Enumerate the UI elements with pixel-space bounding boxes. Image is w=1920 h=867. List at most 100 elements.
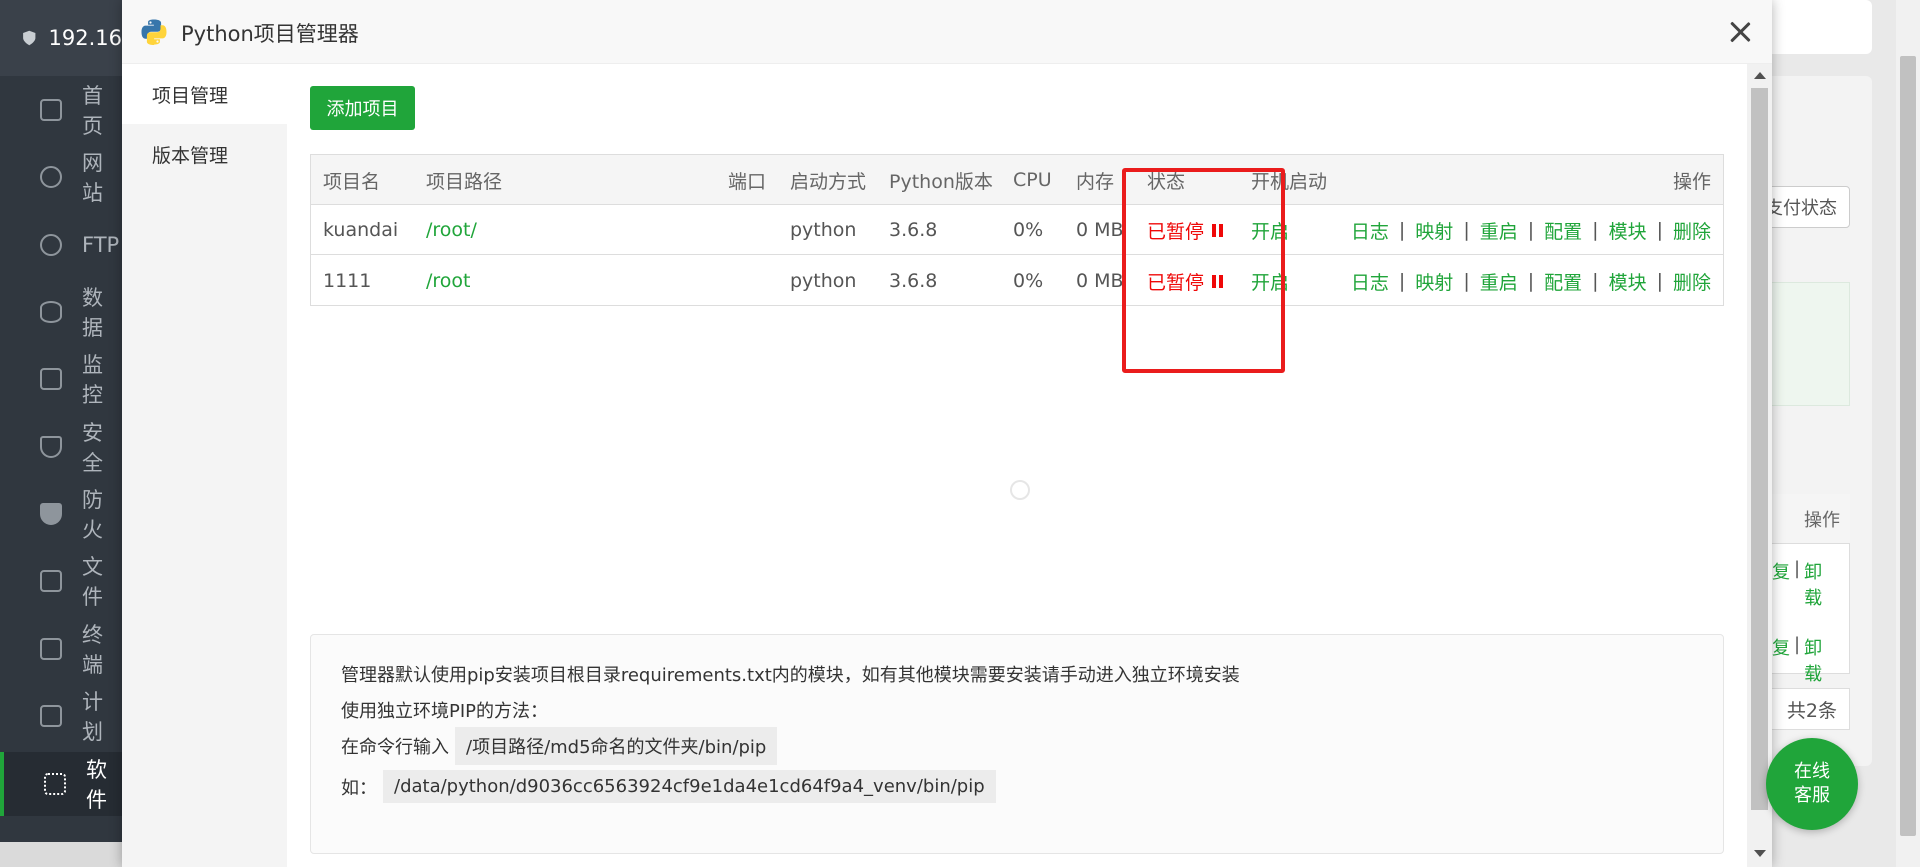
nav-item-ftp[interactable]: FTP bbox=[0, 218, 122, 272]
add-project-button[interactable]: 添加项目 bbox=[310, 86, 415, 130]
separator: | bbox=[1398, 219, 1406, 241]
watermark bbox=[1010, 480, 1030, 500]
nav-label: 网站 bbox=[82, 151, 103, 205]
nav-label: 计划 bbox=[82, 690, 103, 744]
tab-version-management[interactable]: 版本管理 bbox=[122, 124, 287, 184]
delete-link[interactable]: 删除 bbox=[1673, 268, 1711, 295]
bg-repair-link[interactable]: 复 bbox=[1772, 634, 1790, 686]
code-snippet: /项目路径/md5命名的文件夹/bin/pip bbox=[455, 727, 778, 765]
table-row: 1111 /root python 3.6.8 0% 0 MB 已暂停 开启 日… bbox=[311, 256, 1723, 306]
project-cpu: 0% bbox=[1013, 270, 1044, 292]
database-icon bbox=[40, 301, 62, 323]
tab-project-management[interactable]: 项目管理 bbox=[122, 64, 287, 124]
bg-uninstall-link[interactable]: 卸载 bbox=[1804, 558, 1840, 610]
server-address: 192.16 bbox=[48, 26, 122, 50]
project-name: kuandai bbox=[323, 219, 399, 241]
pay-status-label: 支付状态 bbox=[1765, 198, 1837, 219]
boot-start-toggle[interactable]: 开启 bbox=[1251, 256, 1341, 306]
scroll-down-icon[interactable] bbox=[1754, 850, 1766, 857]
folder-icon bbox=[40, 570, 62, 592]
module-link[interactable]: 模块 bbox=[1609, 268, 1647, 295]
header-start: 启动方式 bbox=[790, 170, 867, 193]
boot-start-toggle[interactable]: 开启 bbox=[1251, 205, 1341, 255]
project-table: 项目名 项目路径 端口 启动方式 Python版本 CPU 内存 状态 开机启动… bbox=[310, 154, 1724, 306]
nav-item-database[interactable]: 数据 bbox=[0, 285, 122, 340]
nav-label: 数据 bbox=[82, 286, 103, 340]
mapping-link[interactable]: 映射 bbox=[1415, 268, 1453, 295]
project-mem: 0 MB bbox=[1076, 219, 1122, 241]
chat-label-1: 在线 bbox=[1794, 761, 1830, 782]
header-ops: 操作 bbox=[1672, 170, 1711, 193]
total-label: 共2条 bbox=[1786, 699, 1837, 722]
table-header-row: 项目名 项目路径 端口 启动方式 Python版本 CPU 内存 状态 开机启动… bbox=[311, 155, 1723, 205]
ftp-icon bbox=[40, 234, 62, 256]
nav-item-firewall[interactable]: 防火 bbox=[0, 487, 122, 542]
nav-label: 防火 bbox=[82, 488, 103, 542]
project-python-version: 3.6.8 bbox=[889, 270, 938, 292]
nav-label: 安全 bbox=[82, 421, 103, 475]
horizontal-scrollbar[interactable] bbox=[0, 842, 122, 867]
delete-link[interactable]: 删除 bbox=[1673, 217, 1711, 244]
modal-vertical-scrollbar[interactable] bbox=[1747, 64, 1772, 867]
bg-repair-link[interactable]: 复 bbox=[1772, 558, 1790, 610]
nav-item-site[interactable]: 网站 bbox=[0, 150, 122, 205]
scrollbar-thumb[interactable] bbox=[1751, 88, 1768, 810]
tab-label: 版本管理 bbox=[152, 144, 229, 167]
app-logo: 192.16 bbox=[0, 0, 122, 76]
nav-label: 终端 bbox=[82, 623, 103, 677]
nav-item-software[interactable]: 软件 bbox=[0, 752, 122, 816]
module-link[interactable]: 模块 bbox=[1609, 217, 1647, 244]
restart-link[interactable]: 重启 bbox=[1480, 268, 1518, 295]
nav-item-monitor[interactable]: 监控 bbox=[0, 352, 122, 407]
nav-item-cron[interactable]: 计划 bbox=[0, 689, 122, 744]
nav-item-terminal[interactable]: 终端 bbox=[0, 622, 122, 677]
shield-logo-icon bbox=[23, 30, 36, 46]
info-line: 管理器默认使用pip安装项目根目录requirements.txt内的模块，如有… bbox=[341, 665, 1240, 686]
status-toggle[interactable]: 已暂停 bbox=[1147, 205, 1237, 255]
bg-total-count: 共2条 bbox=[1772, 688, 1850, 730]
separator: | bbox=[1398, 270, 1406, 292]
monitor-icon bbox=[40, 368, 62, 390]
pause-icon bbox=[1212, 223, 1224, 237]
config-link[interactable]: 配置 bbox=[1544, 217, 1582, 244]
terminal-icon bbox=[40, 638, 62, 660]
bg-info-box bbox=[1772, 282, 1850, 406]
header-status: 状态 bbox=[1147, 170, 1186, 193]
status-label: 已暂停 bbox=[1147, 220, 1205, 243]
project-cpu: 0% bbox=[1013, 219, 1044, 241]
status-toggle[interactable]: 已暂停 bbox=[1147, 256, 1237, 306]
bg-row-links: 复 | 卸载 bbox=[1772, 634, 1850, 686]
mapping-link[interactable]: 映射 bbox=[1415, 217, 1453, 244]
shield-icon bbox=[40, 436, 62, 458]
separator: | bbox=[1592, 270, 1599, 292]
nav-label: 软件 bbox=[86, 758, 107, 812]
page-vertical-scrollbar[interactable] bbox=[1896, 0, 1920, 867]
check-circle-icon bbox=[1010, 480, 1030, 500]
code-snippet: /data/python/d9036cc6563924cf9e1da4e1cd6… bbox=[383, 770, 996, 803]
header-path: 项目路径 bbox=[426, 170, 503, 193]
scrollbar-thumb[interactable] bbox=[1900, 56, 1916, 836]
pause-icon bbox=[1212, 274, 1224, 288]
scroll-up-icon[interactable] bbox=[1754, 72, 1766, 79]
info-line: 使用独立环境PIP的方法： bbox=[341, 701, 549, 722]
header-cpu: CPU bbox=[1013, 169, 1052, 191]
restart-link[interactable]: 重启 bbox=[1480, 217, 1518, 244]
nav-item-files[interactable]: 文件 bbox=[0, 554, 122, 609]
nav-item-home[interactable]: 首页 bbox=[0, 83, 122, 138]
log-link[interactable]: 日志 bbox=[1351, 217, 1389, 244]
project-path-link[interactable]: /root bbox=[426, 256, 646, 306]
nav-label: 首页 bbox=[82, 84, 103, 138]
globe-icon bbox=[40, 166, 62, 188]
tab-label: 项目管理 bbox=[152, 84, 229, 107]
project-path-link[interactable]: /root/ bbox=[426, 205, 646, 255]
close-icon[interactable] bbox=[1724, 16, 1756, 48]
nav-item-security[interactable]: 安全 bbox=[0, 420, 122, 475]
bg-header-card bbox=[1772, 0, 1872, 54]
online-support-button[interactable]: 在线 客服 bbox=[1766, 738, 1858, 830]
bg-ops-header: 操作 bbox=[1804, 509, 1840, 531]
project-name: 1111 bbox=[323, 270, 372, 292]
log-link[interactable]: 日志 bbox=[1351, 268, 1389, 295]
header-boot: 开机启动 bbox=[1251, 170, 1328, 193]
config-link[interactable]: 配置 bbox=[1544, 268, 1582, 295]
bg-uninstall-link[interactable]: 卸载 bbox=[1804, 634, 1840, 686]
